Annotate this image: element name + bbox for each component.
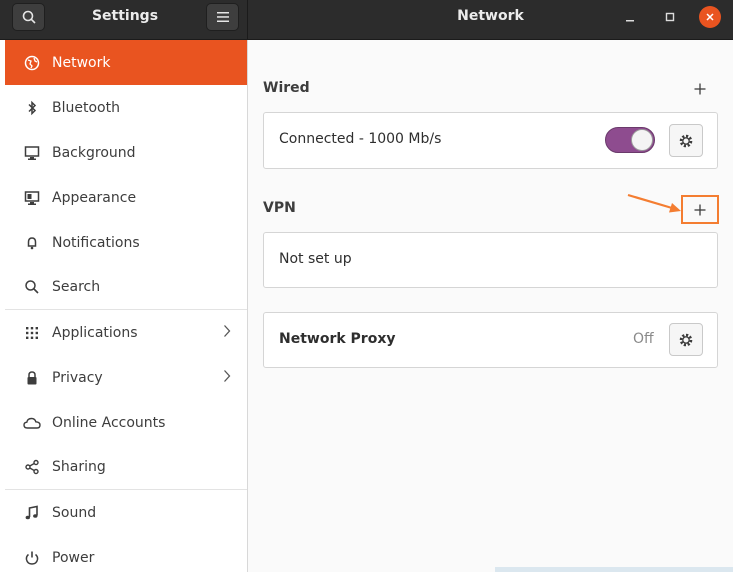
music-note-icon [23,504,41,522]
sidebar-item-online-accounts[interactable]: Online Accounts [5,400,247,445]
sidebar-item-privacy[interactable]: Privacy [5,355,247,400]
sidebar-item-label: Applications [52,324,138,341]
sidebar-item-background[interactable]: Background [5,130,247,175]
sidebar-item-sharing[interactable]: Sharing [5,445,247,490]
sidebar-item-notifications[interactable]: Notifications [5,220,247,265]
chevron-right-icon [224,370,231,382]
grid-icon [23,324,41,342]
add-wired-button[interactable] [683,75,717,103]
taskbar-strip [495,567,733,572]
sidebar-item-label: Online Accounts [52,414,166,431]
search-icon [23,278,41,296]
wired-section-title: Wired [263,80,310,96]
sidebar-item-label: Notifications [52,234,140,251]
vpn-section-title: VPN [263,200,296,216]
sidebar-item-label: Sharing [52,459,106,475]
close-icon [706,13,714,21]
minimize-button[interactable] [619,6,641,28]
sidebar-item-appearance[interactable]: Appearance [5,175,247,220]
sidebar-item-label: Search [52,279,101,295]
sidebar-item-label: Sound [52,504,97,521]
sidebar-item-label: Power [52,549,95,566]
settings-title: Settings [91,8,159,24]
sidebar-item-power[interactable]: Power [5,535,247,572]
menu-button[interactable] [206,3,239,31]
hamburger-menu-icon [216,12,229,22]
search-icon [22,10,36,24]
globe-icon [23,54,41,72]
vpn-status: Not set up [279,251,352,267]
wired-settings-button[interactable] [669,124,703,157]
sidebar-item-sound[interactable]: Sound [5,490,247,535]
bell-icon [23,234,41,252]
proxy-state: Off [633,331,654,347]
sidebar-item-bluetooth[interactable]: Bluetooth [5,85,247,130]
power-icon [23,549,41,567]
cloud-icon [23,414,41,432]
sidebar-item-label: Background [52,144,136,161]
wired-toggle-switch[interactable] [605,127,655,153]
sidebar-item-applications[interactable]: Applications [5,310,247,355]
wired-connection-row: Connected - 1000 Mb/s [263,112,718,169]
switch-knob [631,129,653,151]
maximize-button[interactable] [659,6,681,28]
appearance-icon [23,189,41,207]
vpn-row: Not set up [263,232,718,288]
sidebar-item-label: Appearance [52,189,137,206]
annotation-arrow-vpn [627,193,681,213]
share-icon [23,458,41,476]
plus-icon [694,83,706,95]
sidebar-item-network[interactable]: Network [5,40,247,85]
chevron-right-icon [224,325,231,337]
gear-icon [679,134,693,147]
lock-icon [23,369,41,387]
bluetooth-icon [23,99,41,117]
close-button[interactable] [699,6,721,28]
minimize-icon [626,20,634,22]
search-button[interactable] [12,3,45,31]
sidebar-item-label: Network [52,54,111,71]
sidebar-item-label: Bluetooth [52,99,120,116]
network-proxy-row[interactable]: Network Proxy Off [263,312,718,368]
sidebar: Network Bluetooth Background Appearance … [0,40,248,572]
network-panel: Wired Connected - 1000 Mb/s VPN Not set … [248,40,733,572]
sidebar-item-label: Privacy [52,369,103,386]
plus-icon [694,204,706,215]
proxy-settings-button[interactable] [669,323,703,356]
add-vpn-button[interactable] [681,195,719,224]
sidebar-item-search[interactable]: Search [5,265,247,310]
wired-connection-status: Connected - 1000 Mb/s [279,131,442,147]
monitor-icon [23,144,41,162]
network-proxy-title: Network Proxy [279,331,396,347]
header-bar: Settings Network [0,0,733,40]
maximize-icon [665,12,675,22]
gear-icon [679,333,693,346]
